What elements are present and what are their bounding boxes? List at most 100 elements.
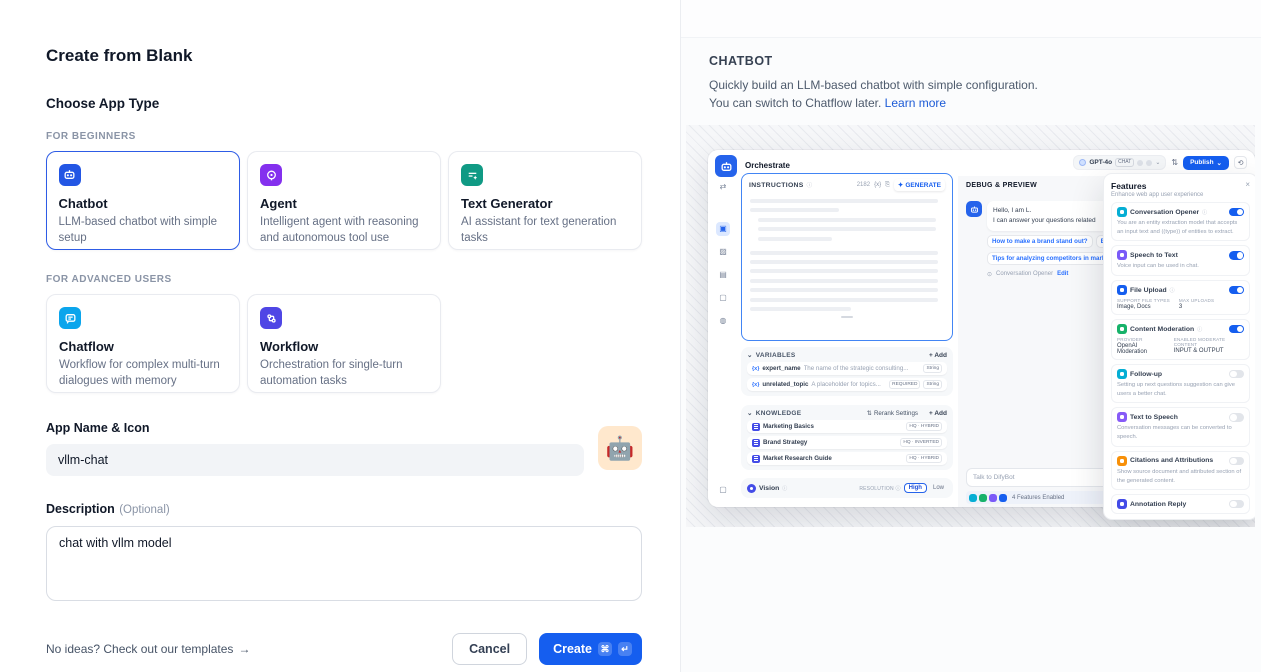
- description-textarea[interactable]: chat with vllm model: [46, 526, 642, 601]
- app-name-label: App Name & Icon: [46, 421, 584, 435]
- dataset-icon: [752, 439, 760, 447]
- preview-topbar: GPT-4o CHAT ⌄ ⇅ Publish ⌄ ⟲: [1073, 155, 1247, 170]
- variable-name: expert_name: [762, 365, 800, 372]
- feature-conversation-opener: Conversation Opener ⓘ You are an entity …: [1111, 202, 1250, 241]
- app-type-description: Intelligent agent with reasoning and aut…: [260, 214, 428, 246]
- app-type-card-text-generator[interactable]: Text Generator AI assistant for text gen…: [448, 151, 642, 250]
- app-type-description: Workflow for complex multi-turn dialogue…: [59, 357, 227, 389]
- variables-section: ⌄ VARIABLES + Add {x} expert_name The na…: [741, 347, 953, 396]
- meta-value: 3: [1179, 304, 1214, 310]
- templates-link-label: No ideas? Check out our templates: [46, 642, 233, 656]
- model-param-icon: [1137, 160, 1143, 166]
- instructions-panel: INSTRUCTIONS ⓘ 2182 {x} ⎘ ✦ GENERATE: [741, 173, 953, 341]
- feature-title: File Upload: [1130, 287, 1167, 294]
- caret-down-icon: ⌄: [747, 351, 753, 359]
- meta-label: ENABLED MODERATE CONTENT: [1174, 337, 1244, 347]
- app-icon-picker[interactable]: 🤖: [598, 426, 642, 470]
- token-count: 2182: [857, 182, 870, 188]
- feature-desc: Conversation messages can be converted t…: [1117, 424, 1244, 441]
- conversation-opener-icon: [1117, 207, 1127, 217]
- feature-follow-up: Follow-up Setting up next questions sugg…: [1111, 364, 1250, 403]
- app-type-card-chatflow[interactable]: Chatflow Workflow for complex multi-turn…: [46, 294, 240, 393]
- knowledge-row: Brand Strategy HQ · INVERTED: [747, 436, 947, 449]
- variable-name: unrelated_topic: [762, 381, 808, 388]
- info-icon: ⓘ: [1202, 209, 1207, 216]
- knowledge-label: KNOWLEDGE: [756, 410, 802, 417]
- follow-up-icon: [1117, 369, 1127, 379]
- edit-link: Edit: [1057, 271, 1068, 277]
- info-icon: ⓘ: [1170, 287, 1175, 294]
- feature-desc: Show source document and attributed sect…: [1117, 468, 1244, 485]
- feature-toggle: [1229, 413, 1244, 422]
- app-name-input[interactable]: [46, 444, 584, 476]
- feature-title: Follow-up: [1130, 371, 1162, 378]
- app-type-name: Workflow: [260, 339, 428, 354]
- app-type-card-agent[interactable]: Agent Intelligent agent with reasoning a…: [247, 151, 441, 250]
- feature-toggle: [1229, 208, 1244, 217]
- chevron-down-icon: ⌄: [1155, 159, 1160, 166]
- preview-heading: CHATBOT: [709, 54, 1258, 68]
- model-settings-icon: [1146, 160, 1152, 166]
- agent-icon: [260, 164, 282, 186]
- rerank-settings-button: ⇅ Rerank Settings: [867, 410, 918, 417]
- feature-toggle: [1229, 251, 1244, 260]
- notes-icon: ▤: [716, 268, 730, 282]
- cancel-button[interactable]: Cancel: [452, 633, 527, 665]
- meta-value: INPUT & OUTPUT: [1174, 348, 1244, 354]
- feature-desc: Voice input can be used in chat.: [1117, 262, 1244, 271]
- cmd-key-icon: ⌘: [598, 642, 612, 656]
- feature-toggle: [1229, 457, 1244, 466]
- preview-description-text: Quickly build an LLM-based chatbot with …: [709, 78, 1038, 110]
- swap-icon: ⇄: [716, 180, 730, 194]
- content-moderation-icon: [1117, 324, 1127, 334]
- variables-label: VARIABLES: [756, 352, 796, 359]
- speech-to-text-icon: [1117, 250, 1127, 260]
- description-block: Description (Optional) chat with vllm mo…: [46, 500, 642, 606]
- feature-toggle: [1229, 325, 1244, 334]
- choose-app-type-heading: Choose App Type: [46, 96, 642, 111]
- arrow-right-icon: →: [238, 642, 250, 656]
- app-type-card-workflow[interactable]: Workflow Orchestration for single-turn a…: [247, 294, 441, 393]
- create-button-label: Create: [553, 642, 592, 656]
- publish-label: Publish: [1190, 159, 1213, 166]
- text-generator-icon: [461, 164, 483, 186]
- variable-desc: The name of the strategic consulting...: [804, 365, 921, 372]
- app-type-description: LLM-based chatbot with simple setup: [59, 214, 228, 246]
- app-type-card-chatbot[interactable]: Chatbot LLM-based chatbot with simple se…: [46, 151, 240, 250]
- mini-sidebar: ⇄ ▣ ▨ ▤ ▢ ◍ ▢: [708, 180, 738, 507]
- feature-annotation-reply: Annotation Reply: [1111, 494, 1250, 514]
- feature-desc: You are an entity extraction model that …: [1117, 219, 1244, 236]
- feature-speech-to-text: Speech to Text Voice input can be used i…: [1111, 245, 1250, 276]
- orchestrate-tab-icon: ▣: [716, 222, 730, 236]
- feature-title: Citations and Attributions: [1130, 457, 1213, 464]
- beginner-cards-row: Chatbot LLM-based chatbot with simple se…: [46, 151, 642, 250]
- create-app-modal: Create from Blank Choose App Type FOR BE…: [0, 0, 680, 672]
- info-icon: ⓘ: [807, 181, 813, 189]
- conversation-opener-dot-icon: [969, 494, 977, 502]
- generate-label: GENERATE: [905, 182, 941, 189]
- feature-text-to-speech: Text to Speech Conversation messages can…: [1111, 407, 1250, 446]
- modal-footer: No ideas? Check out our templates → Canc…: [46, 633, 642, 665]
- file-upload-dot-icon: [999, 494, 1007, 502]
- app-type-description: AI assistant for text generation tasks: [461, 214, 629, 246]
- features-enabled-label: 4 Features Enabled: [1012, 495, 1064, 501]
- feature-file-upload: File Upload ⓘ SUPPORT FILE TYPES Image, …: [1111, 280, 1250, 315]
- add-knowledge-button: + Add: [929, 410, 947, 417]
- features-title: Features: [1111, 181, 1146, 191]
- app-type-name: Text Generator: [461, 196, 629, 211]
- learn-more-link[interactable]: Learn more: [885, 96, 946, 110]
- app-name-block: App Name & Icon 🤖: [46, 421, 642, 476]
- enter-key-icon: ↵: [618, 642, 632, 656]
- text-to-speech-icon: [1117, 412, 1127, 422]
- knowledge-name: Brand Strategy: [763, 439, 807, 446]
- feature-citations: Citations and Attributions Show source d…: [1111, 451, 1250, 490]
- templates-link[interactable]: No ideas? Check out our templates →: [46, 642, 250, 656]
- meta-label: MAX UPLOADS: [1179, 298, 1214, 303]
- variable-desc: A placeholder for topics...: [811, 381, 886, 388]
- feature-title: Text to Speech: [1130, 414, 1178, 421]
- globe-icon: ◍: [716, 314, 730, 328]
- preview-panel-header-strip: [681, 0, 1261, 38]
- dataset-icon: [752, 423, 760, 431]
- app-type-preview-panel: CHATBOT Quickly build an LLM-based chatb…: [680, 0, 1261, 672]
- create-button[interactable]: Create ⌘ ↵: [539, 633, 642, 665]
